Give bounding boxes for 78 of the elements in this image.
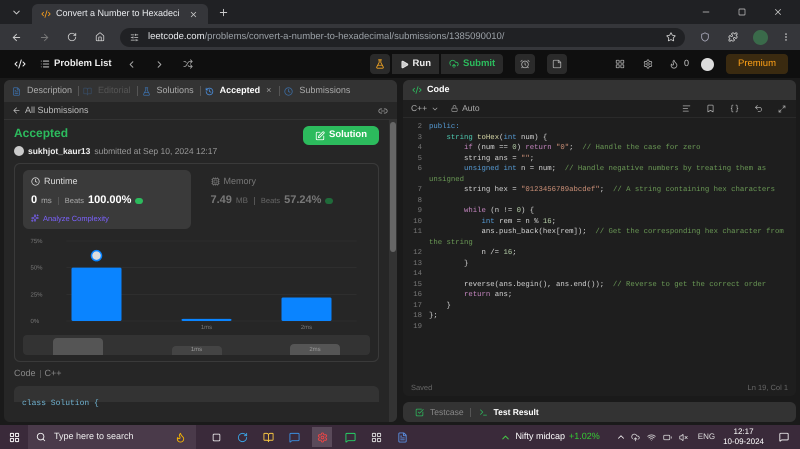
scrollbar[interactable] [389,120,397,422]
back-arrow-icon [12,106,21,115]
language-dropdown[interactable]: C++ [411,102,428,115]
stat-unit: ms [41,194,52,206]
premium-button[interactable]: Premium [726,54,788,74]
edit-icon [315,130,325,140]
code-label: Code [14,367,36,380]
problem-list-button[interactable]: Problem List [54,56,112,72]
stat-value: 7.49 [210,193,232,208]
stat-value: 0 [31,193,38,208]
favicon-icon [40,8,52,20]
stat-unit: MB [236,194,248,206]
taskbar-search-field[interactable]: Type here to search [28,425,196,449]
submitted-text: submitted at Sep 10, 2024 12:17 [94,145,218,158]
braces-icon[interactable] [728,102,740,114]
clock-time: 12:17 [734,427,754,437]
streak-count: 0 [684,57,689,70]
user-avatar[interactable] [700,58,714,70]
panel-tab[interactable]: Solutions [154,84,196,98]
code-icon [411,84,423,96]
badge-icon [135,198,144,204]
cloud-upload-icon [449,59,460,69]
panel-tab[interactable]: Submissions [297,84,352,98]
panel-tab[interactable]: Description [25,84,74,98]
play-icon [400,60,409,68]
url-text: leetcode.com/problems/convert-a-number-to-hexadecimal/submissions/1385090010/ [148,30,506,44]
alarm-clock-icon[interactable] [515,54,536,74]
address-field[interactable]: leetcode.com/problems/convert-a-number-to-hexadecimal/submissions/1385090010/ [120,28,685,46]
all-submissions-link[interactable]: All Submissions [25,104,89,118]
language-label: C++ [44,367,62,380]
tab-icon [142,86,151,96]
scrollbar-thumb[interactable] [390,122,396,252]
panel-title: Code [427,83,450,96]
navigator-bar [53,338,103,355]
run-button[interactable]: Run [392,54,440,74]
search-icon [36,432,46,442]
badge-icon [325,198,334,204]
user-avatar [14,146,24,156]
star-icon[interactable] [665,31,677,43]
clock-icon [31,177,40,186]
auto-mode[interactable]: Auto [462,102,480,115]
panel-tab[interactable]: Accepted [218,84,262,98]
tab-icon [83,86,92,96]
submit-button[interactable]: Submit [441,54,504,74]
beats-value: 100.00% [88,193,132,208]
code-text: class Solution { [22,398,99,408]
checkbox-icon [415,408,424,416]
language-indicator[interactable]: ENG [698,431,716,443]
sparkles-icon [31,214,39,222]
chip-icon [210,177,220,186]
panel-tab[interactable]: Test Result [492,406,541,418]
tab-icon [204,86,214,96]
clock-date: 10-09-2024 [723,437,764,447]
ticker-name: Nifty midcap [515,430,565,444]
panel-tab[interactable]: Testcase [428,406,466,418]
tab-title: Convert a Number to Hexadeci [56,7,181,20]
stat-title: Memory [224,174,256,188]
status-text: Accepted [14,125,70,142]
tab-icon [12,86,21,96]
expand-icon[interactable] [776,102,788,114]
close-tab-button[interactable]: × [266,84,272,98]
format-icon[interactable] [680,102,692,114]
stat-title: Runtime [44,174,78,188]
ticker-change: +1.02% [568,430,600,444]
list-icon [40,59,50,69]
site-settings-icon [128,31,140,43]
user-marker-icon [90,250,102,262]
browser-tab[interactable]: Convert a Number to Hexadeci [32,4,208,24]
lock-icon [451,105,458,112]
tab-icon [284,86,294,96]
histogram-bar[interactable] [182,318,232,321]
beats-value: 57.24% [284,193,322,208]
username[interactable]: sukhjot_kaur13 [28,145,90,158]
undo-icon[interactable] [752,102,764,114]
clock[interactable]: 12:17 10-09-2024 [723,427,764,447]
note-icon[interactable] [547,54,568,74]
search-placeholder: Type here to search [54,430,135,444]
terminal-icon [478,408,488,416]
